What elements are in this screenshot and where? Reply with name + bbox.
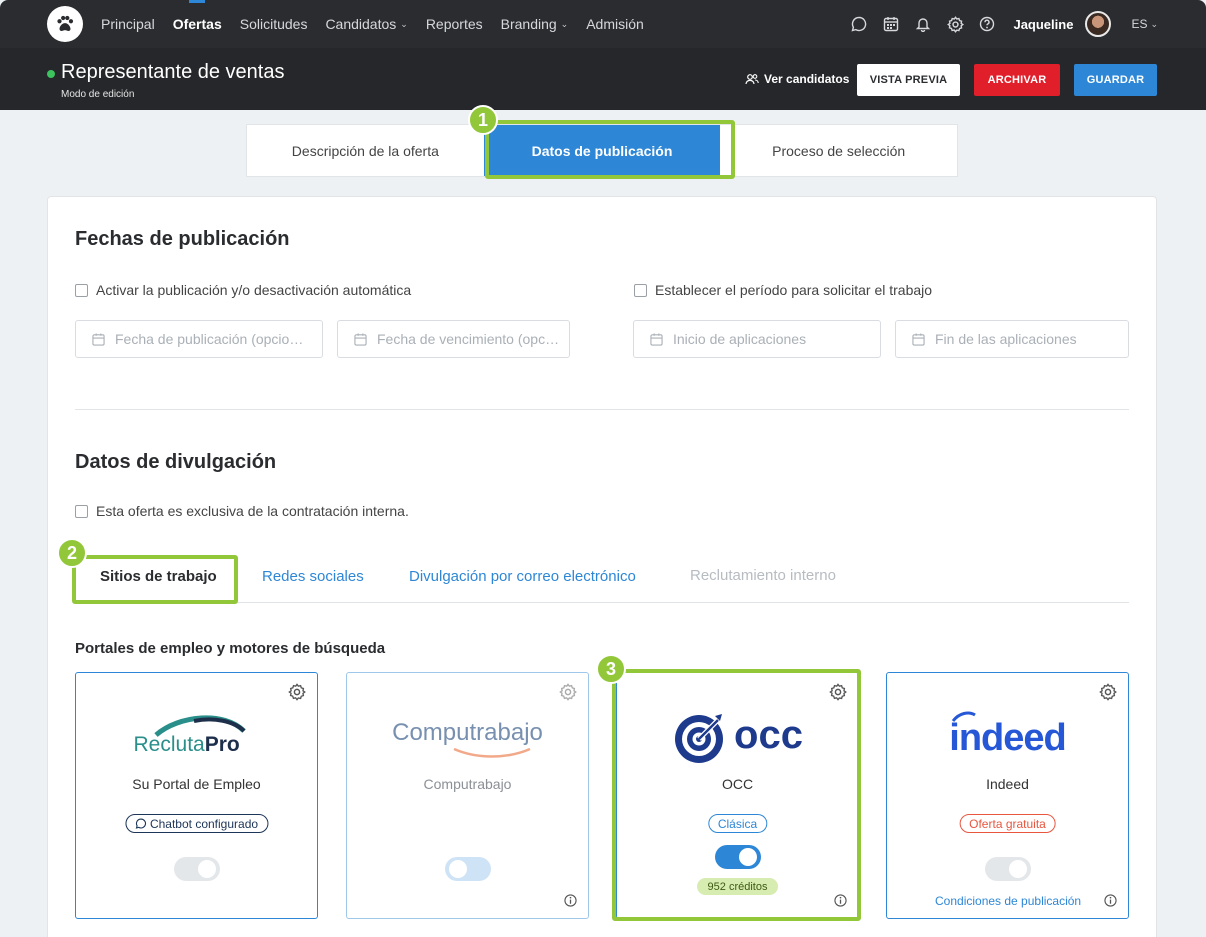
highlight-frame-3	[612, 669, 861, 921]
calendar-icon[interactable]	[881, 14, 901, 34]
nav-item-admision[interactable]: Admisión	[586, 0, 644, 48]
info-icon[interactable]	[1104, 894, 1117, 907]
portals-section-label: Portales de empleo y motores de búsqueda	[75, 640, 386, 657]
highlight-frame-2	[72, 555, 238, 604]
save-button[interactable]: GUARDAR	[1074, 64, 1157, 96]
computrabajo-logo: Computrabajo	[347, 703, 588, 773]
portal-toggle[interactable]	[984, 857, 1031, 881]
calendar-icon	[354, 332, 367, 346]
internal-hiring-option[interactable]: Esta oferta es exclusiva de la contratac…	[75, 503, 409, 519]
status-dot	[47, 70, 55, 78]
chat-icon	[135, 818, 146, 829]
expiration-date-field[interactable]: Fecha de vencimiento (opc…	[337, 320, 570, 358]
step-badge-1: 1	[468, 105, 498, 135]
portal-card-reclutapro[interactable]: ReclutaPro Su Portal de Empleo Chatbot c…	[75, 672, 318, 919]
nav-item-candidatos[interactable]: Candidatos ⌄	[325, 0, 407, 48]
chevron-down-icon: ⌄	[400, 18, 408, 29]
portal-name: Computrabajo	[423, 776, 512, 792]
tab-descripcion[interactable]: Descripción de la oferta	[247, 125, 484, 176]
auto-publish-option[interactable]: Activar la publicación y/o desactivación…	[75, 282, 411, 298]
tab-reclutamiento-interno[interactable]: Reclutamiento interno	[690, 567, 836, 584]
portal-card-computrabajo[interactable]: Computrabajo Computrabajo	[346, 672, 589, 919]
tab-redes-sociales[interactable]: Redes sociales	[262, 568, 364, 585]
portal-toggle[interactable]	[444, 857, 491, 881]
publication-conditions-link[interactable]: Condiciones de publicación	[935, 894, 1081, 908]
chevron-down-icon: ⌄	[560, 18, 569, 29]
info-icon[interactable]	[564, 894, 577, 907]
gear-icon[interactable]	[1099, 683, 1117, 701]
top-nav: Principal Ofertas Solicitudes Candidatos…	[0, 0, 1206, 48]
archive-button[interactable]: ARCHIVAR	[974, 64, 1060, 96]
tab-correo-electronico[interactable]: Divulgación por correo electrónico	[409, 568, 636, 585]
period-checkbox[interactable]	[634, 283, 647, 297]
gear-icon[interactable]	[288, 683, 306, 701]
portal-toggle[interactable]	[173, 857, 220, 881]
publication-date-field[interactable]: Fecha de publicación (opcio…	[75, 320, 323, 358]
application-start-field[interactable]: Inicio de aplicaciones	[633, 320, 881, 358]
page-title: Representante de ventas	[61, 61, 285, 83]
indeed-logo: indeed	[887, 703, 1128, 773]
nav-item-branding[interactable]: Branding ⌄	[501, 0, 569, 48]
chevron-down-icon: ⌄	[1150, 18, 1158, 29]
calendar-icon	[92, 332, 105, 346]
reclutapro-logo: ReclutaPro	[76, 703, 317, 773]
view-candidates-link[interactable]: Ver candidatos	[745, 72, 849, 86]
internal-hiring-checkbox[interactable]	[75, 504, 88, 518]
users-icon	[745, 74, 759, 85]
bell-icon[interactable]	[913, 14, 933, 34]
user-name[interactable]: Jaqueline	[1013, 17, 1073, 32]
preview-button[interactable]: VISTA PREVIA	[857, 64, 960, 96]
paw-logo-icon[interactable]	[47, 6, 83, 42]
step-badge-2: 2	[57, 538, 87, 568]
edit-mode-label: Modo de edición	[61, 89, 135, 100]
auto-publish-checkbox[interactable]	[75, 283, 88, 297]
avatar[interactable]	[1085, 11, 1112, 37]
nav-item-solicitudes[interactable]: Solicitudes	[240, 0, 308, 48]
portal-name: Su Portal de Empleo	[132, 776, 261, 792]
chat-icon[interactable]	[849, 14, 869, 34]
help-icon[interactable]	[977, 14, 997, 34]
gear-icon[interactable]	[559, 683, 577, 701]
section-title-divulgacion: Datos de divulgación	[75, 451, 277, 473]
language-selector[interactable]: ES ⌄	[1131, 17, 1158, 31]
chatbot-badge: Chatbot configurado	[124, 814, 269, 833]
calendar-icon	[650, 332, 663, 346]
section-title-fechas: Fechas de publicación	[75, 228, 290, 250]
portal-card-indeed[interactable]: indeed Indeed Oferta gratuita Condicione…	[886, 672, 1129, 919]
nav-item-principal[interactable]: Principal	[101, 0, 155, 48]
period-option[interactable]: Establecer el período para solicitar el …	[634, 282, 932, 298]
free-offer-badge: Oferta gratuita	[959, 814, 1056, 833]
application-end-field[interactable]: Fin de las aplicaciones	[895, 320, 1129, 358]
nav-item-reportes[interactable]: Reportes	[426, 0, 483, 48]
portal-name: Indeed	[986, 776, 1029, 792]
calendar-icon	[912, 332, 925, 346]
highlight-frame-1	[485, 120, 735, 179]
tab-proceso-seleccion[interactable]: Proceso de selección	[720, 125, 957, 176]
section-divider	[75, 409, 1129, 410]
nav-item-ofertas[interactable]: Ofertas	[173, 0, 222, 48]
step-badge-3: 3	[596, 654, 626, 684]
gear-icon[interactable]	[945, 14, 965, 34]
